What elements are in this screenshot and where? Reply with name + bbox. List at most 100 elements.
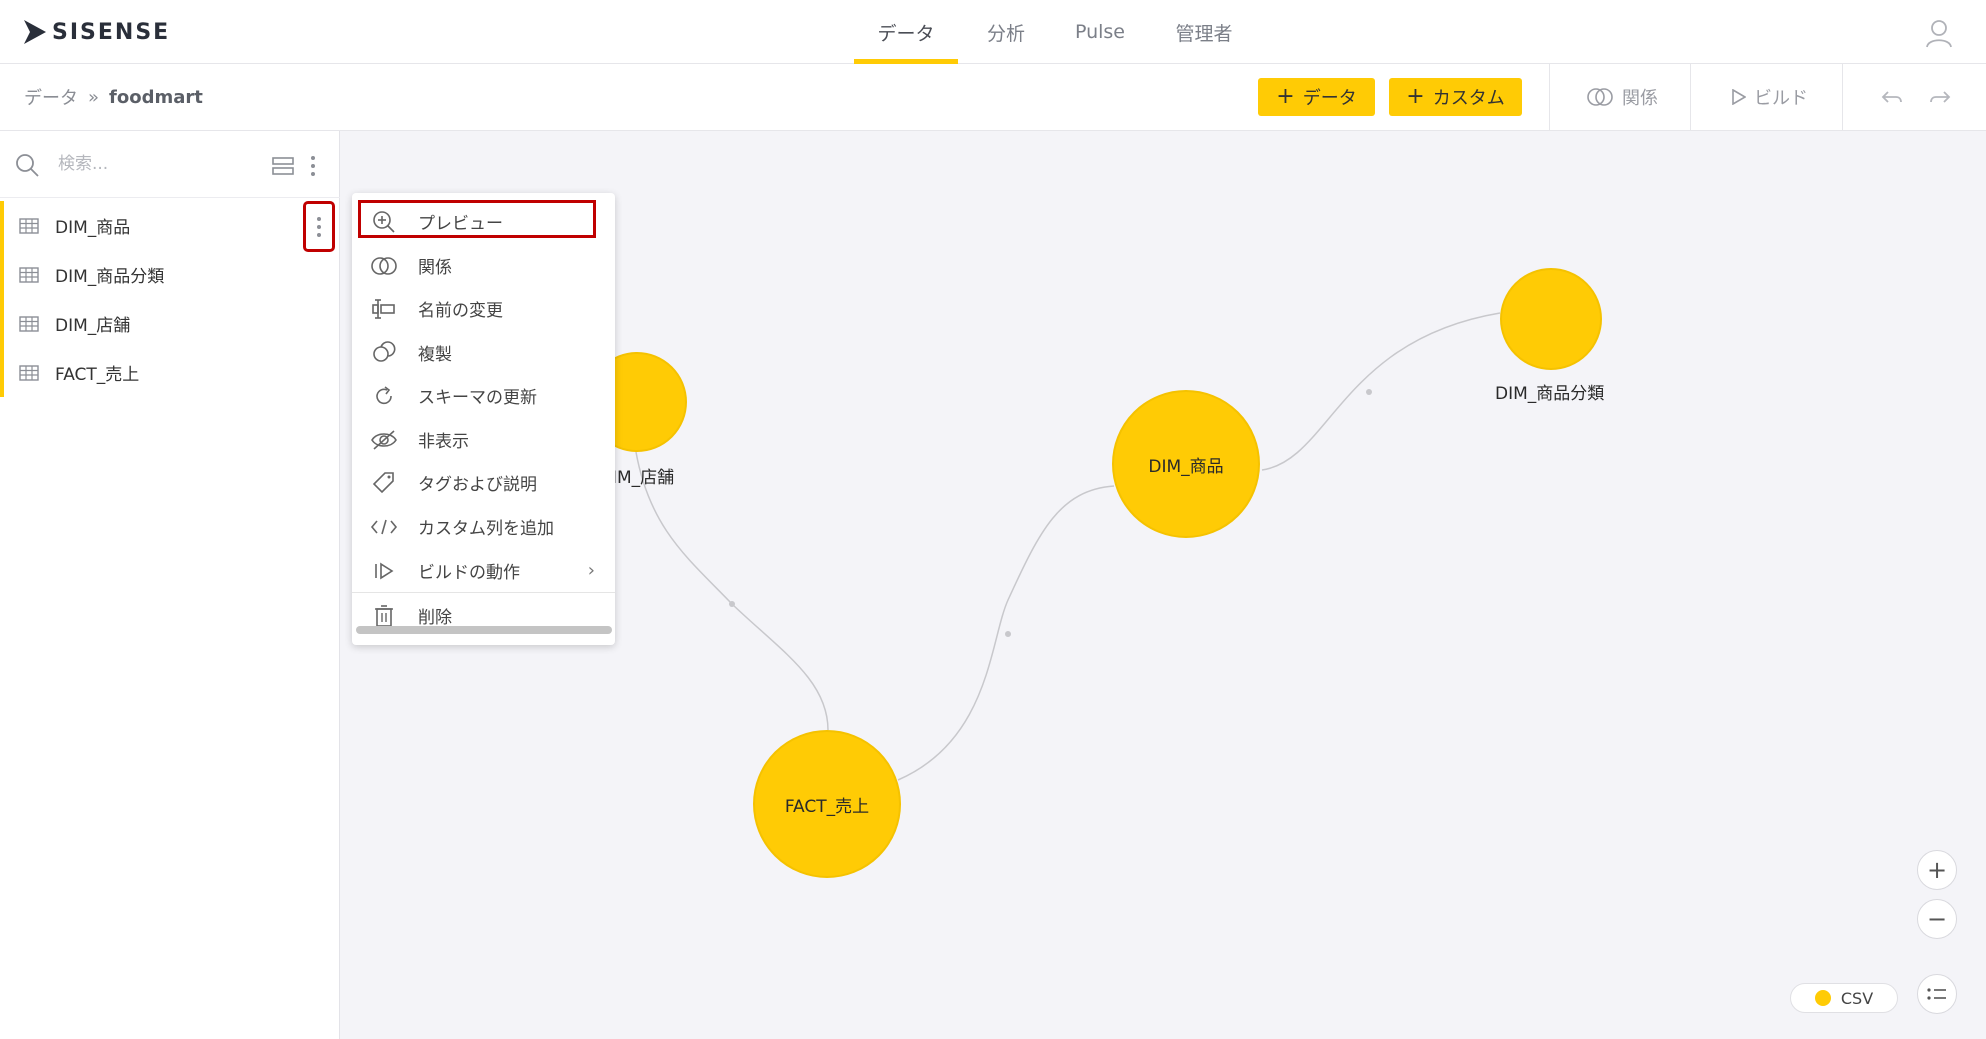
refresh-icon [370,384,398,408]
sidebar-item-dim-product[interactable]: DIM_商品 [0,201,340,250]
list-view-icon[interactable] [272,157,294,175]
sidebar-item-dim-store[interactable]: DIM_店舗 [0,299,340,348]
node-dim-product-label: DIM_商品 [1148,456,1224,477]
menu-item-label: 非表示 [418,432,469,452]
build-behavior-icon [370,559,398,583]
node-fact-sales-label: FACT_売上 [784,796,870,817]
minus-icon: − [1926,905,1948,933]
build-label: ビルド [1754,88,1808,109]
breadcrumb: データ » foodmart [24,84,203,110]
menu-item-build-behavior[interactable]: ビルドの動作 › [352,549,615,592]
tab-data-label: データ [877,22,935,45]
edge-midpoint [1005,631,1011,637]
tab-admin-label: 管理者 [1175,22,1233,45]
menu-item-relations[interactable]: 関係 [352,244,615,287]
sidebar-item-label: FACT_売上 [55,365,140,385]
tab-pulse[interactable]: Pulse [1066,0,1134,64]
menu-item-label: タグおよび説明 [418,475,537,495]
tab-data[interactable]: データ [854,0,958,64]
sisense-logo[interactable]: SISENSE [24,17,194,47]
breadcrumb-root[interactable]: データ [24,84,78,110]
toolbar-divider [1842,64,1843,131]
sidebar-item-label: DIM_商品 [55,218,131,238]
menu-item-label: カスタム列を追加 [418,519,554,539]
add-data-button[interactable]: + データ [1258,78,1375,116]
play-icon [1732,89,1746,105]
edge-product-category [1261,312,1501,471]
csv-color-dot [1814,990,1831,1006]
table-icon [19,266,39,283]
relations-button[interactable]: 関係 [1586,84,1658,110]
undo-icon[interactable] [1880,88,1904,108]
more-vertical-icon [317,216,321,237]
node-fact-sales[interactable]: FACT_売上 [753,730,901,878]
search-input[interactable] [56,150,236,178]
menu-item-label: 関係 [418,258,452,278]
relations-icon [1587,88,1613,106]
tag-icon [370,471,398,495]
plus-icon: + [1406,84,1425,109]
menu-item-label: 削除 [418,608,452,628]
more-vertical-icon[interactable] [308,154,318,178]
node-dim-store-label: IM_店舗 [612,468,675,488]
table-icon [19,217,39,234]
sidebar-item-dim-product-category[interactable]: DIM_商品分類 [0,250,340,299]
menu-item-tags-description[interactable]: タグおよび説明 [352,461,615,504]
tab-pulse-label: Pulse [1074,21,1126,43]
menu-item-rename[interactable]: 名前の変更 [352,287,615,330]
tab-analytics-label: 分析 [986,22,1025,45]
menu-item-update-schema[interactable]: スキーマの更新 [352,374,615,417]
trash-icon [370,604,398,628]
source-legend: CSV [1790,983,1898,1013]
node-dim-product-category-label: DIM_商品分類 [1495,384,1605,404]
toolbar-divider [1690,64,1691,131]
add-data-label: データ [1302,88,1357,109]
edge-midpoint [729,601,735,607]
rename-icon [370,297,398,321]
zoom-in-button[interactable]: + [1917,850,1957,890]
menu-item-label: ビルドの動作 [418,563,520,583]
breadcrumb-current: foodmart [109,86,203,108]
secondary-toolbar [0,64,1986,131]
edge-store-fact [635,451,829,731]
zoom-out-button[interactable]: − [1917,899,1957,939]
menu-divider [352,592,615,593]
relations-icon [370,254,398,278]
list-icon [1927,988,1946,1000]
user-icon[interactable] [1924,18,1954,48]
sidebar-item-label: DIM_商品分類 [55,267,165,287]
toolbar-divider [1549,64,1550,131]
legend-toggle-button[interactable] [1917,974,1957,1014]
menu-item-hide[interactable]: 非表示 [352,418,615,461]
menu-item-label: 名前の変更 [418,301,503,321]
plus-icon: + [1276,84,1295,109]
preview-highlight-box [358,200,596,238]
edge-midpoint [1366,389,1372,395]
menu-item-duplicate[interactable]: 複製 [352,331,615,374]
sidebar-item-fact-sales[interactable]: FACT_売上 [0,348,340,397]
add-custom-button[interactable]: + カスタム [1389,78,1522,116]
add-custom-label: カスタム [1432,88,1505,109]
csv-legend-label: CSV [1840,988,1874,1008]
duplicate-icon [370,340,398,365]
menu-item-add-custom-column[interactable]: カスタム列を追加 [352,505,615,548]
sisense-logo-icon [24,20,46,44]
sidebar-item-label: DIM_店舗 [55,316,131,336]
plus-icon: + [1926,856,1948,884]
chevron-right-icon: › [587,560,595,581]
redo-icon[interactable] [1928,88,1952,108]
item-more-button[interactable] [303,201,335,252]
tab-analytics[interactable]: 分析 [972,0,1040,64]
menu-item-label: 複製 [418,345,452,365]
tab-admin[interactable]: 管理者 [1160,0,1248,64]
node-dim-product[interactable]: DIM_商品 [1112,390,1260,538]
relations-label: 関係 [1622,88,1658,109]
search-icon [16,154,39,177]
menu-scrollbar[interactable] [356,626,612,634]
build-button[interactable]: ビルド [1732,84,1808,110]
node-dim-product-category[interactable] [1500,268,1602,370]
code-icon [370,515,398,539]
breadcrumb-separator: » [88,86,100,108]
menu-item-label: スキーマの更新 [418,388,537,408]
table-icon [19,315,39,332]
